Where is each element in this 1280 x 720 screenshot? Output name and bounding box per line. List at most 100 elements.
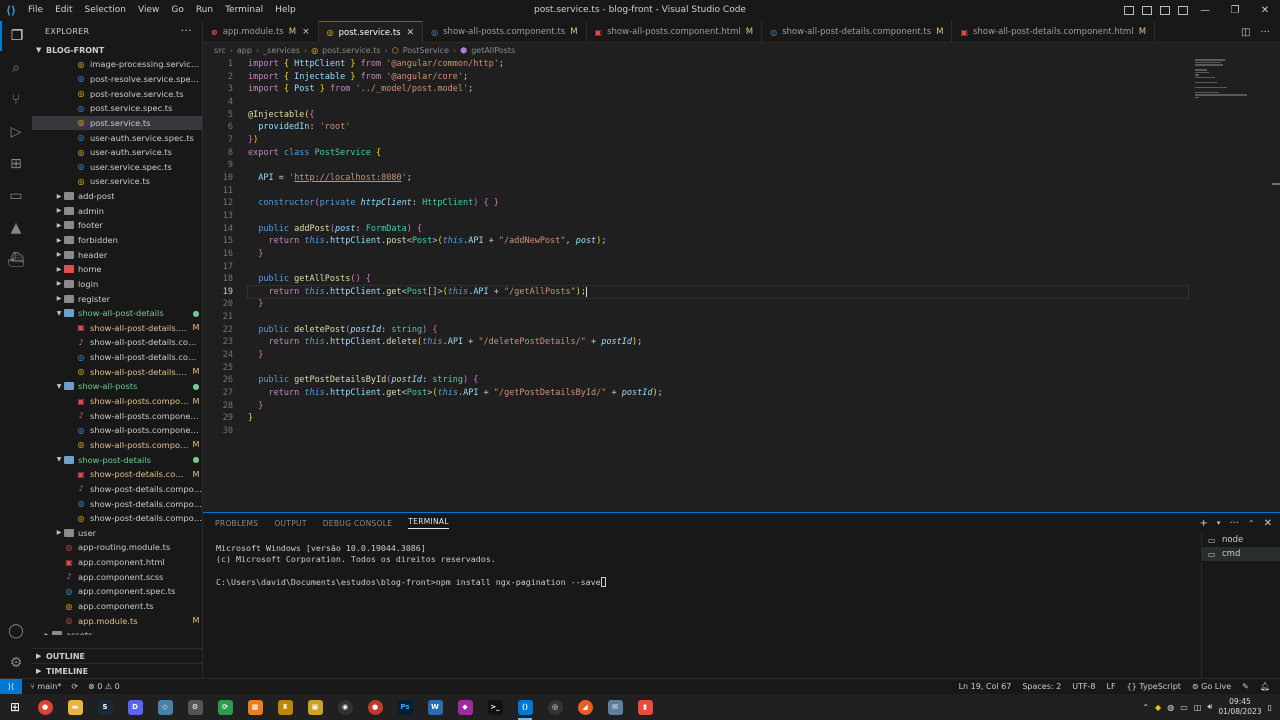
code-line[interactable]: } [248,412,1188,425]
file-item[interactable]: ▣ app.component.html [32,555,202,570]
terminal-output[interactable]: Microsoft Windows [versão 10.0.19044.308… [216,543,1196,588]
discord-icon[interactable]: D [120,694,150,720]
code-line[interactable]: return this.httpClient.delete(this.API +… [248,336,1188,349]
folder-item[interactable]: ▼ show-all-post-details ● [32,306,202,321]
code-line[interactable]: constructor(private httpClient: HttpClie… [248,197,1188,210]
tab-app-module[interactable]: ⊗ app.module.ts M × [203,21,319,43]
more-actions-icon[interactable]: ··· [1229,518,1239,529]
code-line[interactable]: @Injectable({ [248,109,1188,122]
code-line[interactable] [248,362,1188,375]
remote-indicator-icon[interactable]: ⟩⟨ [0,678,22,695]
file-item[interactable]: ◎ post-resolve.service.ts [32,86,202,101]
folder-item[interactable]: ▶ user [32,526,202,541]
file-item[interactable]: ◎ show-all-posts.component.s... [32,423,203,438]
code-line[interactable]: return this.httpClient.post<Post>(this.A… [248,235,1188,248]
indentation[interactable]: Spaces: 2 [1022,682,1061,691]
clock[interactable]: 09:45 01/08/2023 [1218,697,1261,717]
extensions-icon[interactable]: ⊞ [0,149,32,179]
tab-close-icon[interactable]: × [302,27,310,37]
volume-icon[interactable]: 🔊︎ [1207,702,1212,712]
app-icon[interactable]: W [420,694,450,720]
scrollbar-marker[interactable] [1272,183,1280,185]
file-item[interactable]: ◎ user-auth.service.spec.ts [32,130,202,145]
file-item[interactable]: ◎ app.component.spec.ts [32,584,202,599]
app-icon[interactable]: ♜ [270,694,300,720]
terminal-instance-node[interactable]: ▭ node [1202,533,1280,547]
code-line[interactable] [248,210,1188,223]
code-line[interactable] [248,261,1188,274]
code-line[interactable]: } [248,298,1188,311]
file-item[interactable]: ◎ app-routing.module.ts [32,540,202,555]
postman-icon[interactable]: ◢ [570,694,600,720]
cursor-position[interactable]: Ln 19, Col 67 [959,682,1012,691]
close-window-icon[interactable]: ✕ [1250,0,1280,21]
restore-icon[interactable]: ❐ [1220,0,1250,21]
language-mode[interactable]: {} TypeScript [1127,682,1181,691]
minimize-icon[interactable]: — [1190,0,1220,21]
folder-item[interactable]: ▶ login [32,277,202,292]
windows-start-icon[interactable]: ⊞ [0,694,30,720]
folder-item[interactable]: ▶ admin [32,203,202,218]
more-actions-icon[interactable]: ··· [1260,27,1270,38]
code-line[interactable]: } [248,400,1188,413]
tab-show-all-posts-html[interactable]: ▣ show-all-posts.component.html M [587,21,763,43]
folder-item[interactable]: ▼ show-all-posts ● [32,379,202,394]
file-item[interactable]: ◎ show-all-posts.compon... M [32,438,202,453]
file-item[interactable]: ♪ app.component.scss [32,569,202,584]
breadcrumb-item[interactable]: _services [263,46,300,55]
file-item[interactable]: ♪ show-post-details.compone... [32,482,202,497]
outline-section[interactable]: ▶ OUTLINE [32,648,202,663]
file-item[interactable]: ▣ show-all-posts.compon... M [32,394,202,409]
file-item[interactable]: ◎ post.service.spec.ts [32,101,202,116]
breadcrumb-item[interactable]: post.service.ts [322,46,380,55]
notification-center-icon[interactable]: ▯ [1268,703,1272,712]
maximize-panel-icon[interactable]: ⌃ [1248,519,1255,528]
toggle-panel-icon[interactable] [1142,6,1152,15]
record-icon[interactable]: ● [360,694,390,720]
folder-item[interactable]: ▶ forbidden [32,233,202,248]
app-icon[interactable]: ◆ [450,694,480,720]
folder-item[interactable]: ▶ footer [32,218,202,233]
menu-run[interactable]: Run [190,0,219,21]
feedback-icon[interactable]: ✎ [1242,682,1249,691]
code-line[interactable]: }) [248,134,1188,147]
app-icon[interactable]: ▣ [300,694,330,720]
tab-show-all-post-details-html[interactable]: ▣ show-all-post-details.component.html M [952,21,1156,43]
more-actions-icon[interactable]: ··· [181,24,192,37]
breadcrumb-item[interactable]: src [214,46,226,55]
workspace-root[interactable]: ▼ BLOG-FRONT [32,42,202,58]
folder-item[interactable]: ▶ header [32,247,202,262]
tab-output[interactable]: OUTPUT [274,519,306,528]
file-item[interactable]: ◎ show-post-details.compone... [32,496,203,511]
app-icon[interactable]: ⟳ [210,694,240,720]
github-icon[interactable]: ◎ [540,694,570,720]
file-item[interactable]: ♪ show-all-post-details.compo... [32,335,202,350]
folder-item[interactable]: ▶ add-post [32,189,202,204]
code-line[interactable] [248,159,1188,172]
breadcrumb-item[interactable]: PostService [403,46,449,55]
file-item[interactable]: ♪ show-all-posts.component.s... [32,408,202,423]
file-item[interactable]: ◎ post.service.ts [32,115,202,131]
code-line[interactable]: API = 'http://localhost:8080'; [248,172,1188,185]
tab-show-all-posts-ts[interactable]: ◎ show-all-posts.component.ts M [423,21,587,43]
code-lines[interactable]: import { HttpClient } from '@angular/com… [247,58,1189,438]
code-line-current[interactable]: return this.httpClient.get<Post[]>(this.… [247,284,1189,300]
tab-show-all-post-details-ts[interactable]: ◎ show-all-post-details.component.ts M [762,21,953,43]
end-of-line[interactable]: LF [1107,682,1116,691]
problems-indicator[interactable]: ⊗ 0 ⚠ 0 [88,682,120,691]
source-control-icon[interactable]: ⑂ [0,85,32,115]
app-icon[interactable]: ▦ [240,694,270,720]
code-line[interactable] [248,185,1188,198]
code-line[interactable]: } [248,349,1188,362]
run-debug-icon[interactable]: ▷ [0,117,32,147]
settings-gear-icon[interactable]: ⚙ [0,648,32,678]
code-line[interactable]: import { Post } from '../_model/post.mod… [248,83,1188,96]
network-icon[interactable]: ◫ [1194,703,1202,712]
tab-post-service[interactable]: ◎ post.service.ts ✕ [318,21,424,43]
timeline-section[interactable]: ▶ TIMELINE [32,663,202,678]
account-icon[interactable]: ◯ [0,616,32,646]
customize-layout-icon[interactable] [1178,6,1188,15]
steam-icon[interactable]: S [90,694,120,720]
menu-go[interactable]: Go [165,0,189,21]
angular-icon[interactable]: ▲ [0,213,32,243]
